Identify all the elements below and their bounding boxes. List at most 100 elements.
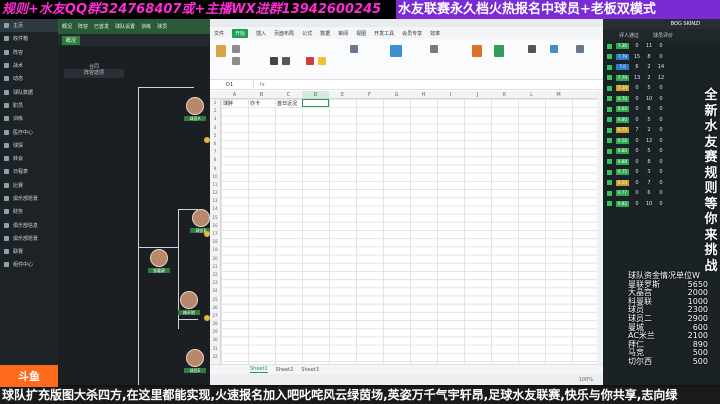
column-header[interactable]: B xyxy=(248,91,275,98)
row-header[interactable]: 13 xyxy=(210,197,220,205)
paste-icon[interactable] xyxy=(216,45,226,57)
subtab-overview[interactable]: 概况 xyxy=(62,35,81,45)
column-header[interactable]: H xyxy=(410,91,437,98)
sidebar-item[interactable]: 联赛 xyxy=(0,245,58,258)
filter-select[interactable]: 阵容选项 xyxy=(64,69,124,78)
sort-icon[interactable] xyxy=(550,45,558,53)
menu-item[interactable]: 开始 xyxy=(232,28,249,38)
conditional-format-icon[interactable] xyxy=(472,45,482,57)
game-tab[interactable]: 阵容 xyxy=(78,23,88,30)
merge-icon[interactable] xyxy=(390,45,402,57)
menu-item[interactable]: 开发工具 xyxy=(374,30,394,37)
cell-b1[interactable]: 亦卡 xyxy=(250,100,260,107)
row-header[interactable]: 15 xyxy=(210,214,220,222)
row-header[interactable]: 21 xyxy=(210,263,220,271)
row-header[interactable]: 4 xyxy=(210,124,220,132)
sidebar-item[interactable]: 收件箱 xyxy=(0,32,58,45)
column-header[interactable]: C xyxy=(275,91,302,98)
sidebar-item[interactable]: 战术 xyxy=(0,59,58,72)
row-header[interactable]: 30 xyxy=(210,336,220,344)
sidebar-item[interactable]: 比赛 xyxy=(0,179,58,192)
row-header[interactable]: 5 xyxy=(210,132,220,140)
column-header[interactable]: J xyxy=(464,91,491,98)
menu-item[interactable]: 插入 xyxy=(256,30,266,37)
sidebar-item[interactable]: 组件中心 xyxy=(0,258,58,271)
sidebar-item[interactable]: 职员 xyxy=(0,99,58,112)
cell-grid[interactable] xyxy=(210,91,597,369)
italic-icon[interactable] xyxy=(282,57,290,65)
row-header[interactable]: 10 xyxy=(210,173,220,181)
column-header[interactable]: K xyxy=(491,91,518,98)
stat-row[interactable]: 7.0 6 2 14 xyxy=(603,62,720,73)
table-style-icon[interactable] xyxy=(494,45,504,57)
column-header[interactable]: F xyxy=(356,91,383,98)
column-header[interactable]: M xyxy=(545,91,572,98)
row-header[interactable]: 29 xyxy=(210,328,220,336)
row-header[interactable]: 9 xyxy=(210,165,220,173)
name-box[interactable]: D1 xyxy=(210,79,254,90)
row-header[interactable]: 31 xyxy=(210,345,220,353)
menu-item[interactable]: 文件 xyxy=(214,30,224,37)
zoom-level[interactable]: 100% xyxy=(579,377,593,383)
fill-color-icon[interactable] xyxy=(318,57,326,65)
row-header[interactable]: 8 xyxy=(210,156,220,164)
menu-item[interactable]: 公式 xyxy=(302,30,312,37)
sheet-tab[interactable]: Sheet3 xyxy=(301,367,319,373)
row-header[interactable]: 7 xyxy=(210,148,220,156)
row-header[interactable]: 6 xyxy=(210,140,220,148)
player-card[interactable]: 球员A xyxy=(184,97,206,123)
cell-c1[interactable]: 首日近况 xyxy=(277,100,297,107)
row-header[interactable]: 19 xyxy=(210,246,220,254)
player-card[interactable]: 球员E xyxy=(184,349,206,375)
find-icon[interactable] xyxy=(576,45,584,53)
font-color-icon[interactable] xyxy=(306,57,314,65)
sidebar-item[interactable]: 主页 xyxy=(0,19,58,33)
sidebar-item[interactable]: 俱乐部信息 xyxy=(0,218,58,231)
sidebar-item[interactable]: 俱乐部愿景 xyxy=(0,232,58,245)
row-header[interactable]: 11 xyxy=(210,181,220,189)
sheet-tab[interactable]: Sheet2 xyxy=(276,367,294,373)
sidebar-item[interactable]: 阵容 xyxy=(0,46,58,59)
row-header[interactable]: 18 xyxy=(210,238,220,246)
align-icon[interactable] xyxy=(350,45,358,53)
game-tab[interactable]: 训练 xyxy=(141,23,151,30)
row-header[interactable]: 26 xyxy=(210,304,220,312)
row-header[interactable]: 25 xyxy=(210,296,220,304)
column-header[interactable]: I xyxy=(437,91,464,98)
column-header[interactable]: D xyxy=(302,91,329,98)
number-format-icon[interactable] xyxy=(430,45,438,53)
row-header[interactable]: 24 xyxy=(210,287,220,295)
sidebar-item[interactable]: 训练 xyxy=(0,112,58,125)
sidebar-item[interactable]: 转会 xyxy=(0,152,58,165)
menu-item[interactable]: 页面布局 xyxy=(274,30,294,37)
cell-a1[interactable]: 球胖 xyxy=(223,100,233,107)
sidebar-item[interactable]: 球探 xyxy=(0,139,58,152)
row-header[interactable]: 32 xyxy=(210,353,220,361)
row-header[interactable]: 27 xyxy=(210,312,220,320)
column-header[interactable]: L xyxy=(518,91,545,98)
row-header[interactable]: 17 xyxy=(210,230,220,238)
row-header[interactable]: 12 xyxy=(210,189,220,197)
column-header[interactable]: A xyxy=(221,91,248,98)
row-header[interactable]: 14 xyxy=(210,205,220,213)
row-header[interactable]: 16 xyxy=(210,222,220,230)
row-header[interactable]: 28 xyxy=(210,320,220,328)
selected-cell-d1[interactable] xyxy=(302,99,329,107)
row-header[interactable]: 20 xyxy=(210,255,220,263)
sheet-tab[interactable]: Sheet1 xyxy=(250,366,268,373)
menu-item[interactable]: 效率 xyxy=(430,30,440,37)
cut-icon[interactable] xyxy=(232,45,240,53)
menu-item[interactable]: 数据 xyxy=(320,30,330,37)
bold-icon[interactable] xyxy=(270,57,278,65)
row-header[interactable]: 3 xyxy=(210,115,220,123)
stat-row[interactable]: 7.79 15 8 0 xyxy=(603,52,720,63)
player-card[interactable]: 梅开地 xyxy=(178,291,200,317)
sidebar-item[interactable]: 日程表 xyxy=(0,165,58,178)
player-card[interactable]: 张嘉豪 xyxy=(148,249,170,275)
column-header[interactable]: G xyxy=(383,91,410,98)
sidebar-item[interactable]: 医疗中心 xyxy=(0,125,58,138)
sidebar-item[interactable]: 动态 xyxy=(0,72,58,85)
menu-item[interactable]: 视图 xyxy=(356,30,366,37)
sidebar-item[interactable]: 俱乐部愿景 xyxy=(0,192,58,205)
game-tab[interactable]: 概况 xyxy=(62,23,72,30)
